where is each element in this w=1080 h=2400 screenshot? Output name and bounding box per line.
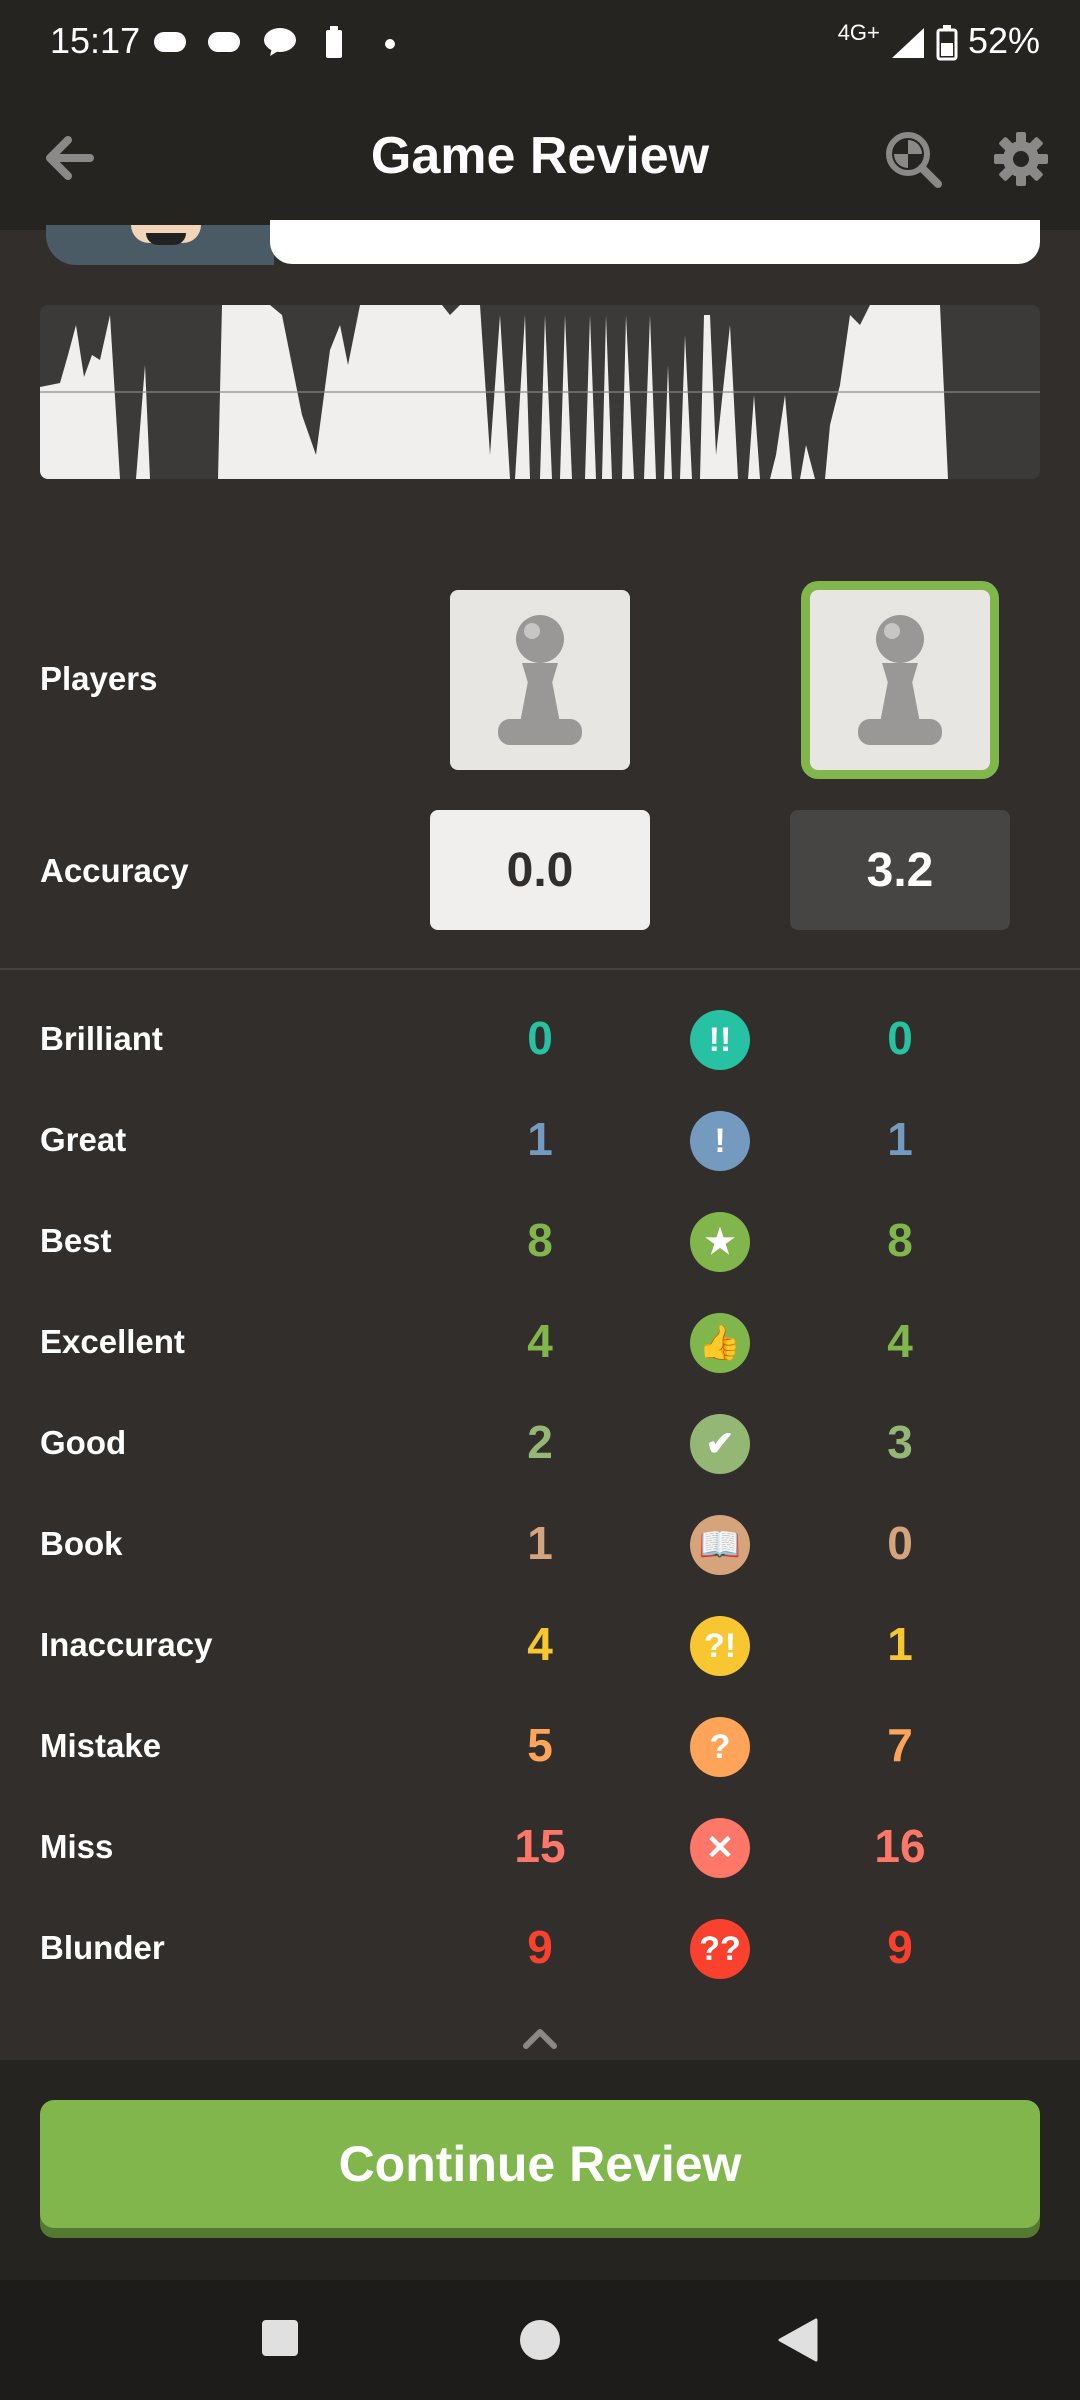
evaluation-graph[interactable] [40, 305, 1040, 479]
accuracy-label: Accuracy [40, 852, 189, 889]
blunder-icon: ?? [690, 1919, 750, 1979]
white-count: 5 [527, 1719, 553, 1771]
status-right: 4G+ 52% [838, 20, 1040, 62]
classification-row-excellent: Excellent 4 👍 4 [0, 1298, 1080, 1388]
classification-label: Excellent [40, 1323, 185, 1360]
classification-row-good: Good 2 ✔ 3 [0, 1399, 1080, 1489]
white-count: 0 [527, 1012, 553, 1064]
home-circle-icon[interactable] [518, 2318, 562, 2362]
best-star-icon: ★ [690, 1212, 750, 1272]
divider [0, 968, 1080, 970]
white-count: 4 [527, 1315, 553, 1367]
back-triangle-icon[interactable] [778, 2318, 818, 2362]
settings-gear-icon[interactable] [990, 128, 1052, 190]
battery-percent: 52% [967, 20, 1040, 61]
black-count: 3 [887, 1416, 913, 1468]
white-count: 8 [527, 1214, 553, 1266]
classification-label: Miss [40, 1828, 114, 1865]
classification-label: Inaccuracy [40, 1626, 213, 1663]
classification-label: Best [40, 1222, 112, 1259]
white-count: 4 [527, 1618, 553, 1670]
battery-icon [936, 25, 958, 61]
analysis-search-icon[interactable] [882, 128, 944, 190]
great-icon: ! [690, 1111, 750, 1171]
white-player-avatar[interactable] [450, 590, 630, 770]
classification-row-blunder: Blunder 9?? 9 [0, 1904, 1080, 1994]
classification-row-best: Best 8 ★ 8 [0, 1197, 1080, 1287]
good-check-icon: ✔ [690, 1414, 750, 1474]
black-count: 16 [874, 1820, 926, 1872]
miss-x-icon: ✕ [690, 1818, 750, 1878]
evaluation-graph-svg [40, 305, 1040, 479]
network-type: 4G+ [837, 20, 880, 45]
excellent-thumbs-up-icon: 👍 [690, 1313, 750, 1373]
black-count: 1 [887, 1618, 913, 1670]
classification-row-miss: Miss 15 ✕ 16 [0, 1803, 1080, 1893]
black-count: 0 [887, 1012, 913, 1064]
classification-row-great: Great 1! 1 [0, 1096, 1080, 1186]
game-controller-icon [154, 32, 186, 52]
classification-label: Mistake [40, 1727, 162, 1764]
game-controller-icon [208, 32, 240, 52]
classification-label: Good [40, 1424, 127, 1461]
classification-label: Book [40, 1525, 123, 1562]
white-count: 1 [527, 1113, 553, 1165]
pawn-icon [858, 615, 942, 745]
black-count: 0 [887, 1517, 913, 1569]
black-player-avatar[interactable] [810, 590, 990, 770]
black-count: 1 [887, 1113, 913, 1165]
status-bar: 15:17 4G+ 52% [0, 0, 1080, 88]
battery-small-icon [326, 26, 342, 58]
white-count: 2 [527, 1416, 553, 1468]
players-label: Players [40, 660, 158, 697]
white-count: 15 [514, 1820, 566, 1872]
classification-label: Blunder [40, 1929, 165, 1966]
mistake-icon: ? [690, 1717, 750, 1777]
app-bar: Game Review [0, 88, 1080, 230]
notification-dot-icon [385, 39, 395, 49]
recents-square-icon[interactable] [260, 2318, 300, 2358]
white-count: 9 [527, 1921, 553, 1973]
collapse-chevron-icon[interactable] [520, 2024, 560, 2050]
classification-row-book: Book 1 📖 0 [0, 1500, 1080, 1590]
classification-row-mistake: Mistake 5? 7 [0, 1702, 1080, 1792]
chat-bubble-icon [264, 28, 296, 56]
coach-avatar [46, 225, 274, 265]
pawn-icon [498, 615, 582, 745]
status-time: 15:17 [50, 20, 141, 61]
continue-review-button[interactable]: Continue Review [40, 2100, 1040, 2228]
white-accuracy: 0.0 [430, 810, 650, 930]
system-nav-bar [0, 2280, 1080, 2400]
book-icon: 📖 [690, 1515, 750, 1575]
black-accuracy: 3.2 [790, 810, 1010, 930]
white-count: 1 [527, 1517, 553, 1569]
black-count: 4 [887, 1315, 913, 1367]
inaccuracy-icon: ?! [690, 1616, 750, 1676]
signal-icon [891, 28, 924, 59]
brilliant-icon: !! [690, 1010, 750, 1070]
classification-label: Great [40, 1121, 127, 1158]
black-count: 7 [887, 1719, 913, 1771]
classification-label: Brilliant [40, 1020, 163, 1057]
black-count: 8 [887, 1214, 913, 1266]
classification-row-brilliant: Brilliant 0!! 0 [0, 995, 1080, 1085]
coach-speech-bubble [270, 220, 1040, 264]
black-count: 9 [887, 1921, 913, 1973]
classification-row-inaccuracy: Inaccuracy 4?! 1 [0, 1601, 1080, 1691]
